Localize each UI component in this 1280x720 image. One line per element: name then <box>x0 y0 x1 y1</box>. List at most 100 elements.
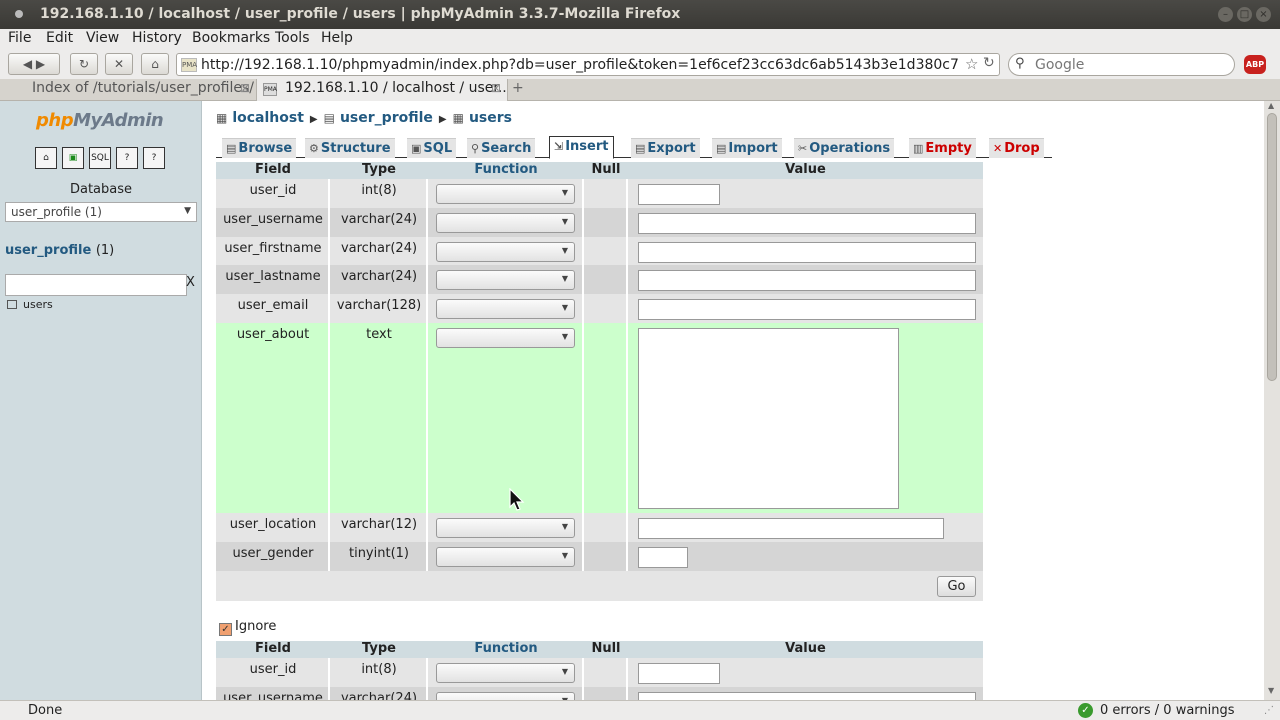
sql-docs-icon[interactable]: ? <box>143 147 165 169</box>
docs-icon[interactable]: ? <box>116 147 138 169</box>
function-select[interactable]: ▼ <box>436 547 575 567</box>
value-input[interactable] <box>638 518 944 539</box>
search-engine-icon[interactable]: ⚲ <box>1015 56 1025 71</box>
function-select[interactable]: ▼ <box>436 213 575 233</box>
scroll-up-icon[interactable]: ▲ <box>1268 101 1274 110</box>
value-input[interactable] <box>638 242 976 263</box>
tab-search[interactable]: ⚲ Search <box>467 138 536 158</box>
close-icon[interactable]: × <box>1256 7 1271 22</box>
clear-filter-button[interactable]: X <box>186 275 195 290</box>
home-icon[interactable]: ⌂ <box>35 147 57 169</box>
maximize-icon[interactable]: □ <box>1237 7 1252 22</box>
tab-empty[interactable]: ▥ Empty <box>909 138 976 158</box>
mouse-cursor-icon <box>509 488 525 511</box>
menu-history[interactable]: History <box>132 30 182 46</box>
menu-tools[interactable]: Tools <box>275 30 310 46</box>
search-box[interactable]: ⚲ Google <box>1008 53 1235 76</box>
col-field-header: Field <box>255 162 291 177</box>
tab-drop[interactable]: ✕ Drop <box>989 138 1044 158</box>
field-type: int(8) <box>361 183 397 198</box>
menu-help[interactable]: Help <box>321 30 353 46</box>
breadcrumb: ▦ localhost ▶ ▤ user_profile ▶ ▦ users <box>216 110 512 126</box>
function-select[interactable]: ▼ <box>436 299 575 319</box>
reload-icon[interactable]: ↻ <box>70 53 98 75</box>
tab-insert[interactable]: ⇲ Insert <box>549 136 614 159</box>
query-window-icon[interactable]: SQL <box>89 147 111 169</box>
field-type: int(8) <box>361 662 397 677</box>
function-select[interactable]: ▼ <box>436 270 575 290</box>
table-filter-input[interactable] <box>5 274 187 296</box>
value-textarea[interactable] <box>638 328 899 509</box>
value-input[interactable] <box>638 270 976 291</box>
menu-view[interactable]: View <box>86 30 119 46</box>
value-input[interactable] <box>638 213 976 234</box>
page-tabs: ▤ Browse ⚙ Structure ▣ SQL ⚲ Search ⇲ Insert … <box>216 136 1052 159</box>
chevron-down-icon: ▼ <box>561 667 568 676</box>
database-link[interactable]: user_profile (1) <box>5 243 114 258</box>
ignore-checkbox[interactable]: ✓ Ignore <box>219 619 276 636</box>
value-input[interactable] <box>638 184 720 205</box>
validator-ok-icon[interactable]: ✓ <box>1078 703 1093 718</box>
back-forward-button[interactable]: ◀ ▶ <box>8 53 60 75</box>
chevron-down-icon: ▼ <box>561 551 568 560</box>
bookmark-star-icon[interactable]: ☆ <box>965 55 978 73</box>
tab-export[interactable]: ▤ Export <box>631 138 700 158</box>
page-content: phpMyAdmin ⌂ ▣ SQL ? ? Database user_pro… <box>0 101 1280 700</box>
insert-table-header-2: Field Type Function Null Value <box>216 641 983 658</box>
minimize-icon[interactable]: – <box>1218 7 1233 22</box>
go-button[interactable]: Go <box>937 576 976 597</box>
breadcrumb-server[interactable]: localhost <box>232 110 304 126</box>
breadcrumb-database[interactable]: user_profile <box>340 110 433 126</box>
breadcrumb-table[interactable]: users <box>469 110 512 126</box>
error-count[interactable]: 0 errors / 0 warnings <box>1100 703 1235 718</box>
phpmyadmin-logo[interactable]: phpMyAdmin <box>36 110 164 131</box>
tab-phpmyadmin[interactable]: PMA 192.168.1.10 / localhost / user... ⊠ <box>256 79 508 101</box>
tab-structure[interactable]: ⚙ Structure <box>305 138 395 158</box>
home-icon[interactable]: ⌂ <box>141 53 169 75</box>
function-select[interactable]: ▼ <box>436 518 575 538</box>
url-text[interactable]: http://192.168.1.10/phpmyadmin/index.php… <box>201 57 959 73</box>
checkbox-checked-icon[interactable]: ✓ <box>219 623 232 636</box>
resize-grip-icon[interactable]: ⋰ <box>1264 705 1274 716</box>
tab-browse[interactable]: ▤ Browse <box>222 138 297 158</box>
menu-bookmarks[interactable]: Bookmarks <box>192 30 270 46</box>
url-bar[interactable]: PMA http://192.168.1.10/phpmyadmin/index… <box>176 53 1000 76</box>
function-select[interactable]: ▼ <box>436 184 575 204</box>
field-name: user_gender <box>232 546 314 561</box>
database-select[interactable]: user_profile (1) ▼ <box>5 202 197 222</box>
page-scrollbar[interactable]: ▲ ▼ <box>1264 101 1280 700</box>
window-menu-icon[interactable] <box>15 10 23 18</box>
tab-close-icon[interactable]: ⊠ <box>491 81 501 95</box>
tab-sql[interactable]: ▣ SQL <box>407 138 457 158</box>
logout-icon[interactable]: ▣ <box>62 147 84 169</box>
scrollbar-thumb[interactable] <box>1267 113 1277 381</box>
tab-operations[interactable]: ✂ Operations <box>794 138 895 158</box>
url-reload-icon[interactable]: ↻ <box>983 55 995 71</box>
new-tab-icon[interactable]: + <box>512 80 524 96</box>
insert-table-header: Field Type Function Null Value <box>216 162 983 179</box>
col-function-header[interactable]: Function <box>428 162 584 177</box>
function-select[interactable]: ▼ <box>436 692 575 700</box>
table-row: user_lastname varchar(24) ▼ <box>216 265 983 294</box>
import-icon: ▤ <box>716 142 727 155</box>
function-select[interactable]: ▼ <box>436 242 575 262</box>
value-input[interactable] <box>638 547 688 568</box>
chevron-down-icon: ▼ <box>561 522 568 531</box>
navigation-toolbar: ◀ ▶ ↻ ✕ ⌂ PMA http://192.168.1.10/phpmya… <box>0 51 1280 79</box>
tab-import[interactable]: ▤ Import <box>712 138 782 158</box>
menu-file[interactable]: File <box>8 30 31 46</box>
value-input[interactable] <box>638 299 976 320</box>
adblock-icon[interactable]: ABP <box>1244 55 1266 74</box>
col-function-header[interactable]: Function <box>428 641 584 656</box>
stop-icon[interactable]: ✕ <box>105 53 133 75</box>
function-select[interactable]: ▼ <box>436 328 575 348</box>
scroll-down-icon[interactable]: ▼ <box>1268 686 1274 695</box>
search-placeholder: Google <box>1035 57 1085 73</box>
value-input[interactable] <box>638 663 720 684</box>
value-input[interactable] <box>638 692 976 700</box>
tab-close-icon[interactable]: ⊠ <box>240 81 250 95</box>
sidebar-table-users[interactable]: users <box>7 298 53 311</box>
tab-index-of[interactable]: Index of /tutorials/user_profiles/ ⊠ <box>4 79 256 101</box>
function-select[interactable]: ▼ <box>436 663 575 683</box>
menu-edit[interactable]: Edit <box>46 30 73 46</box>
